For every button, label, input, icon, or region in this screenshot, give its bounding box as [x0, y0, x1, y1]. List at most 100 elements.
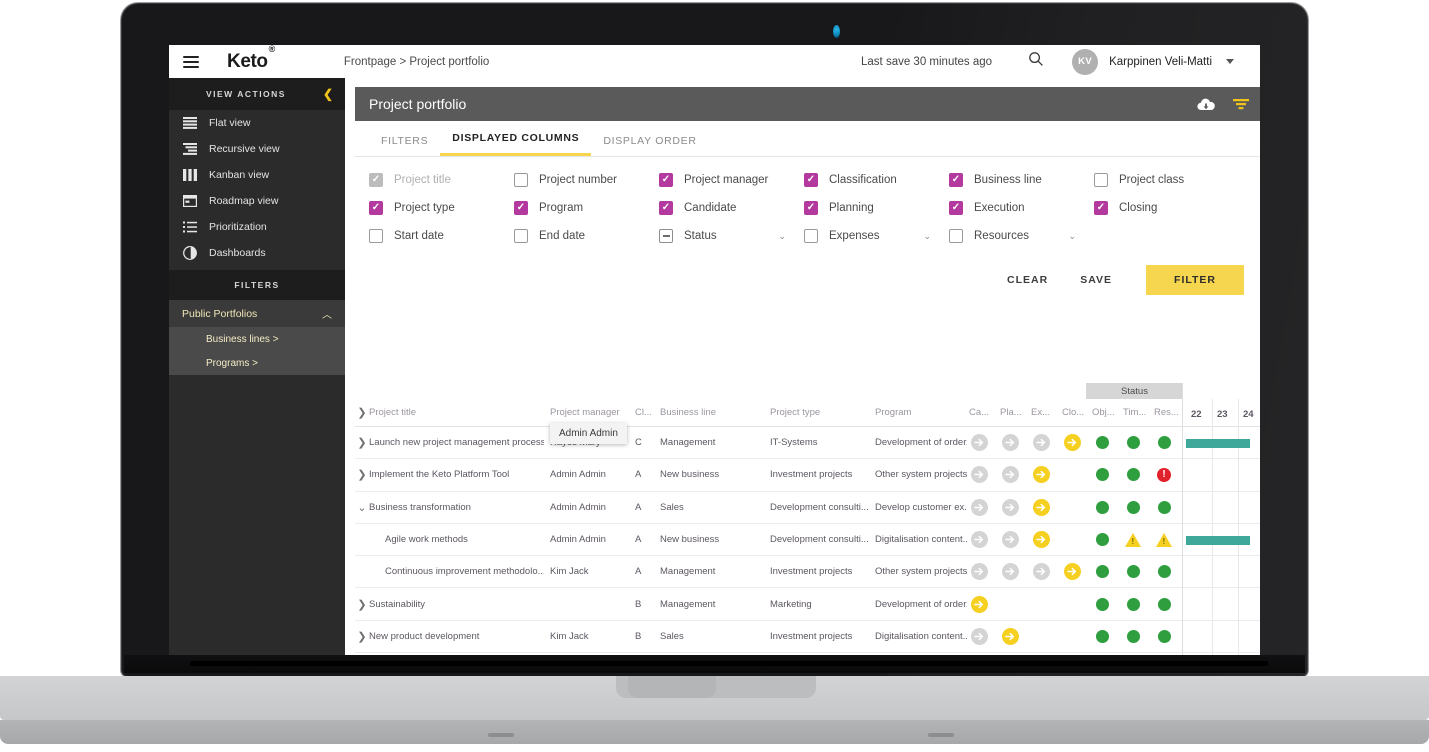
checkbox-resources[interactable]: Resources ⌄ — [949, 229, 1094, 243]
checkbox-box[interactable] — [949, 173, 963, 187]
checkbox-box[interactable] — [1094, 173, 1108, 187]
sidebar-item-prioritization[interactable]: Prioritization — [169, 214, 345, 240]
table-column-header[interactable]: Business line — [660, 407, 755, 418]
gantt-bar[interactable] — [1186, 535, 1250, 545]
row-expand-chevron-right-icon[interactable]: ❯ — [355, 598, 369, 611]
table-column-header[interactable]: Tim... — [1123, 407, 1151, 418]
checkbox-classification[interactable]: Classification — [804, 173, 949, 187]
chevron-up-icon[interactable]: ︿ — [322, 306, 332, 321]
checkbox-box[interactable] — [949, 229, 963, 243]
cell-project-manager: Kim Jack — [550, 630, 589, 642]
cloud-download-icon[interactable] — [1196, 97, 1216, 112]
clear-button[interactable]: CLEAR — [991, 265, 1064, 295]
checkbox-box[interactable] — [369, 173, 383, 187]
table-row[interactable]: Continuous improvement methodolo... Kim J… — [355, 556, 1260, 589]
row-collapse-chevron-down-icon[interactable]: ⌄ — [355, 501, 369, 514]
table-column-header[interactable]: Cl... — [635, 407, 657, 418]
sidebar-item-kanban-view[interactable]: Kanban view — [169, 162, 345, 188]
table-row[interactable]: ❯Launch new project management processHa… — [355, 427, 1260, 460]
sidebar-group-public-portfolios[interactable]: Public Portfolios ︿ — [169, 300, 345, 327]
breadcrumb[interactable]: Frontpage > Project portfolio — [344, 56, 489, 68]
table-column-header[interactable]: Obj... — [1092, 407, 1120, 418]
checkbox-box[interactable] — [514, 201, 528, 215]
table-row[interactable]: ❯ Implement the Keto Platform Tool Admin A… — [355, 459, 1260, 492]
table-column-header[interactable]: Ca... — [969, 407, 997, 418]
gantt-year-label: 24 — [1243, 409, 1254, 420]
checkbox-business-line[interactable]: Business line — [949, 173, 1094, 187]
tab-display-order[interactable]: DISPLAY ORDER — [591, 135, 708, 156]
checkbox-project-number[interactable]: Project number — [514, 173, 659, 187]
checkbox-box[interactable] — [804, 229, 818, 243]
sidebar-item-programs[interactable]: Programs > — [169, 351, 345, 375]
table-row[interactable]: ❯ New product development Kim Jack B Sales In… — [355, 621, 1260, 654]
row-expand-chevron-right-icon[interactable]: ❯ — [355, 630, 369, 643]
menu-icon[interactable] — [183, 55, 199, 68]
table-column-header[interactable]: Clo... — [1062, 407, 1090, 418]
checkbox-box[interactable] — [369, 201, 383, 215]
phase-inactive-arrow-icon — [970, 627, 988, 645]
table-column-header[interactable]: Ex... — [1031, 407, 1059, 418]
checkbox-project-title[interactable]: Project title — [369, 173, 514, 187]
checkbox-planning[interactable]: Planning — [804, 201, 949, 215]
checkbox-box[interactable] — [369, 229, 383, 243]
table-column-header[interactable]: Program — [875, 407, 967, 418]
table-column-header[interactable]: Project manager — [550, 407, 632, 418]
filter-button[interactable]: FILTER — [1146, 265, 1244, 295]
sidebar-collapse-icon[interactable]: ❮ — [323, 88, 333, 100]
prioritization-icon — [182, 221, 197, 234]
table-column-header[interactable]: Project type — [770, 407, 870, 418]
checkbox-project-type[interactable]: Project type — [369, 201, 514, 215]
sidebar-item-recursive-view[interactable]: Recursive view — [169, 136, 345, 162]
sidebar-item-flat-view[interactable]: Flat view — [169, 110, 345, 136]
avatar[interactable]: KV — [1072, 48, 1099, 75]
page-title: Project portfolio — [369, 96, 467, 112]
checkbox-box[interactable] — [659, 201, 673, 215]
checkbox-status[interactable]: Status ⌄ — [659, 229, 804, 243]
checkbox-box[interactable] — [804, 173, 818, 187]
expenses-expand-chevron-down-icon[interactable]: ⌄ — [923, 231, 931, 242]
checkbox-expenses[interactable]: Expenses ⌄ — [804, 229, 949, 243]
checkbox-closing[interactable]: Closing — [1094, 201, 1239, 215]
tab-filters[interactable]: FILTERS — [369, 135, 440, 156]
table-column-header[interactable]: Project title — [369, 407, 544, 418]
checkbox-start-date[interactable]: Start date — [369, 229, 514, 243]
user-menu-chevron-down-icon[interactable] — [1226, 59, 1234, 64]
checkbox-program[interactable]: Program — [514, 201, 659, 215]
checkbox-box[interactable] — [1094, 201, 1108, 215]
checkbox-box[interactable] — [514, 229, 528, 243]
row-expand-chevron-right-icon[interactable]: ❯ — [355, 468, 369, 481]
table-row[interactable]: ⌄ Business transformation Admin Admin A Sale… — [355, 492, 1260, 524]
phase-cell — [1031, 434, 1051, 452]
brand-logo[interactable]: Keto® — [227, 45, 275, 73]
checkbox-execution[interactable]: Execution — [949, 201, 1094, 215]
sidebar-item-roadmap-view[interactable]: Roadmap view — [169, 188, 345, 214]
brand-name: Keto — [227, 50, 268, 72]
checkbox-candidate[interactable]: Candidate — [659, 201, 804, 215]
phase-active-arrow-icon — [1032, 498, 1050, 516]
sidebar-item-label: Prioritization — [209, 221, 267, 233]
resources-expand-chevron-down-icon[interactable]: ⌄ — [1068, 231, 1076, 242]
filter-icon[interactable] — [1232, 97, 1250, 111]
table-row[interactable]: Agile work methods Admin Admin A New busine… — [355, 524, 1260, 557]
checkbox-box[interactable] — [514, 173, 528, 187]
save-button[interactable]: SAVE — [1064, 265, 1128, 295]
checkbox-box[interactable] — [659, 173, 673, 187]
checkbox-project-class[interactable]: Project class — [1094, 173, 1239, 187]
search-icon[interactable] — [1028, 51, 1044, 72]
checkbox-label: Status — [684, 230, 717, 242]
table-column-header[interactable]: Res... — [1154, 407, 1182, 418]
status-expand-chevron-down-icon[interactable]: ⌄ — [778, 231, 786, 242]
tab-displayed-columns[interactable]: DISPLAYED COLUMNS — [440, 132, 592, 156]
sidebar-item-business-lines[interactable]: Business lines > — [169, 327, 345, 351]
checkbox-end-date[interactable]: End date — [514, 229, 659, 243]
table-row[interactable]: ❯ Sustainability B Management Marketing Devel… — [355, 588, 1260, 621]
gantt-bar[interactable] — [1186, 439, 1250, 448]
table-column-header[interactable]: Pla... — [1000, 407, 1028, 418]
expand-all-chevron-right-icon[interactable]: ❯ — [355, 406, 369, 419]
checkbox-box[interactable] — [804, 201, 818, 215]
sidebar-item-dashboards[interactable]: Dashboards — [169, 240, 345, 266]
checkbox-project-manager[interactable]: Project manager — [659, 173, 804, 187]
checkbox-box[interactable] — [949, 201, 963, 215]
row-expand-chevron-right-icon[interactable]: ❯ — [355, 436, 369, 449]
checkbox-box[interactable] — [659, 229, 673, 243]
